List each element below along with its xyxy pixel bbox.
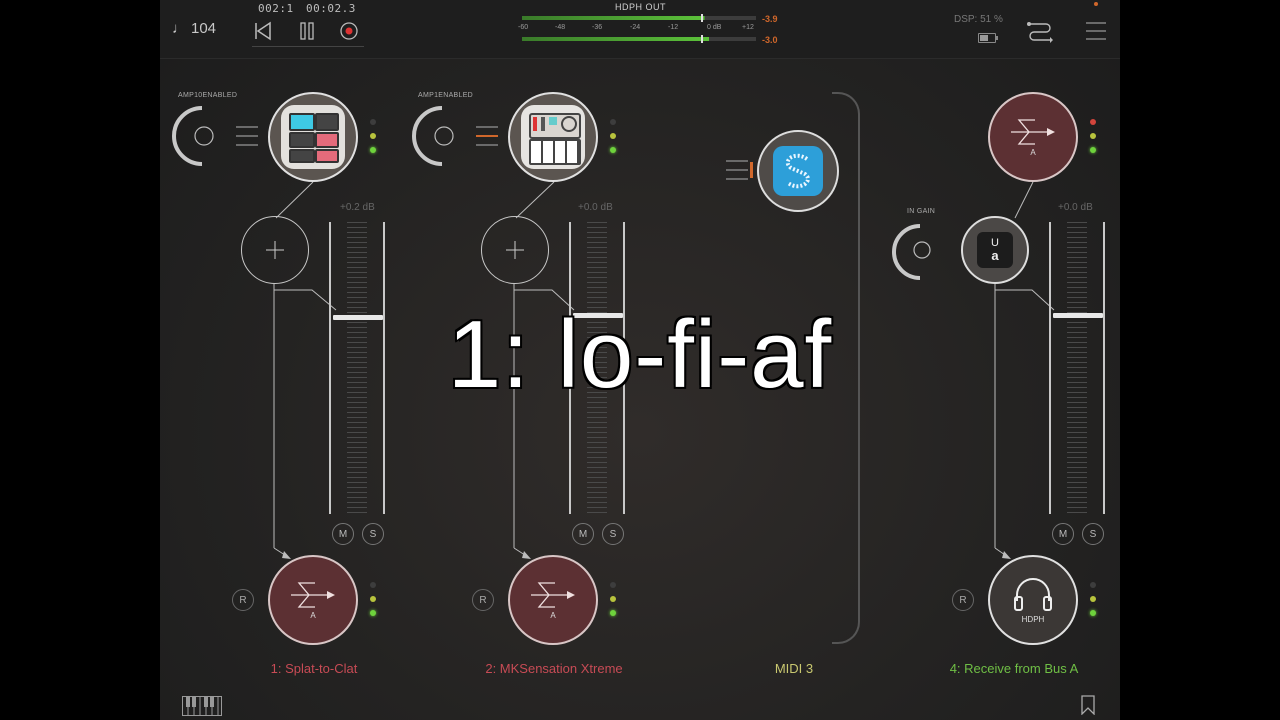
led <box>1090 610 1096 616</box>
channel-name[interactable]: 1: Splat-to-Clat <box>200 661 428 676</box>
record-arm-button[interactable]: R <box>952 589 974 611</box>
led <box>1090 596 1096 602</box>
menu-icon-line <box>476 126 498 128</box>
synth-keyboard-app-icon <box>521 105 585 169</box>
led <box>1090 147 1096 153</box>
led <box>370 610 376 616</box>
menu-icon-line <box>236 144 258 146</box>
output-leds <box>1090 582 1096 616</box>
channel-name[interactable]: 2: MKSensation Xtreme <box>440 661 668 676</box>
menu-icon-line <box>726 160 748 162</box>
s-app-icon <box>773 146 823 196</box>
solo-button[interactable]: S <box>1082 523 1104 545</box>
led <box>370 596 376 602</box>
led <box>610 582 616 588</box>
plus-icon <box>506 241 524 259</box>
menu-icon-line <box>476 144 498 146</box>
app-window: ♩ 104 002:1 00:02.3 HDPH OUT -60 -48 -36 … <box>160 0 1120 720</box>
channel-name[interactable]: MIDI 3 <box>680 661 908 676</box>
plugin-ua[interactable]: Ua <box>961 216 1029 284</box>
channel-menu-button[interactable] <box>726 160 748 180</box>
led <box>370 119 376 125</box>
plus-icon <box>266 241 284 259</box>
piano-keyboard-icon <box>182 696 222 716</box>
dotted-s-icon <box>785 153 810 189</box>
menu-icon-line <box>726 169 748 171</box>
record-arm-button[interactable]: R <box>472 589 494 611</box>
bus-leds <box>610 582 616 616</box>
amp-knob[interactable] <box>172 104 232 168</box>
send-bus-a[interactable]: A <box>508 555 598 645</box>
bus-label: A <box>1030 147 1036 157</box>
led <box>370 582 376 588</box>
led <box>1090 133 1096 139</box>
menu-icon-line <box>236 135 258 137</box>
midi-port-indicator <box>750 162 753 178</box>
led <box>610 610 616 616</box>
led <box>1090 119 1096 125</box>
in-gain-knob[interactable] <box>892 222 948 282</box>
fader-db-readout: +0.0 dB <box>578 202 613 213</box>
output-label: HDPH <box>1021 614 1045 624</box>
add-effect-button[interactable] <box>481 216 549 284</box>
knob-label: AMP10ENABLED <box>178 92 238 99</box>
menu-icon-line <box>236 126 258 128</box>
plugin-leds <box>370 119 376 153</box>
record-arm-button[interactable]: R <box>232 589 254 611</box>
led <box>1090 582 1096 588</box>
bus-leds <box>370 582 376 616</box>
plugin-leds <box>610 119 616 153</box>
mute-button[interactable]: M <box>572 523 594 545</box>
bus-label: A <box>310 610 316 620</box>
led <box>370 147 376 153</box>
menu-icon-line <box>726 178 748 180</box>
sum-arrow-icon <box>291 581 335 608</box>
send-bus-a[interactable]: A <box>268 555 358 645</box>
led <box>370 133 376 139</box>
knob-label: IN GAIN <box>907 208 936 215</box>
headphone-output[interactable]: HDPH <box>988 555 1078 645</box>
sum-arrow-icon <box>1011 118 1055 145</box>
bus-leds <box>1090 119 1096 153</box>
led <box>610 119 616 125</box>
plugin-splat-to-clat[interactable] <box>268 92 358 182</box>
fader-db-readout: +0.0 dB <box>1058 202 1093 213</box>
led <box>610 133 616 139</box>
mute-button[interactable]: M <box>1052 523 1074 545</box>
keyboard-button[interactable] <box>182 696 222 720</box>
led <box>610 596 616 602</box>
knob-label: AMP1ENABLED <box>418 92 474 99</box>
bus-label: A <box>550 610 556 620</box>
drum-pad-app-icon <box>281 105 345 169</box>
receive-bus-a[interactable]: A <box>988 92 1078 182</box>
bookmark-button[interactable] <box>1080 695 1096 720</box>
channel-name[interactable]: 4: Receive from Bus A <box>920 661 1108 676</box>
fader-db-readout: +0.2 dB <box>340 202 375 213</box>
plugin-mksensation-xtreme[interactable] <box>508 92 598 182</box>
mute-button[interactable]: M <box>332 523 354 545</box>
amp-knob[interactable] <box>412 104 472 168</box>
add-effect-button[interactable] <box>241 216 309 284</box>
channel-menu-button[interactable] <box>476 126 498 146</box>
sum-arrow-icon <box>531 581 575 608</box>
bookmark-icon <box>1081 695 1095 716</box>
solo-button[interactable]: S <box>362 523 384 545</box>
plugin-midi-app[interactable] <box>757 130 839 212</box>
headphones-icon <box>1014 577 1052 611</box>
led <box>610 147 616 153</box>
channel-menu-button[interactable] <box>236 126 258 146</box>
solo-button[interactable]: S <box>602 523 624 545</box>
overlay-caption: 1: lo-fi-af <box>446 300 833 410</box>
menu-icon-line <box>476 135 498 137</box>
ua-app-icon: Ua <box>977 232 1013 268</box>
